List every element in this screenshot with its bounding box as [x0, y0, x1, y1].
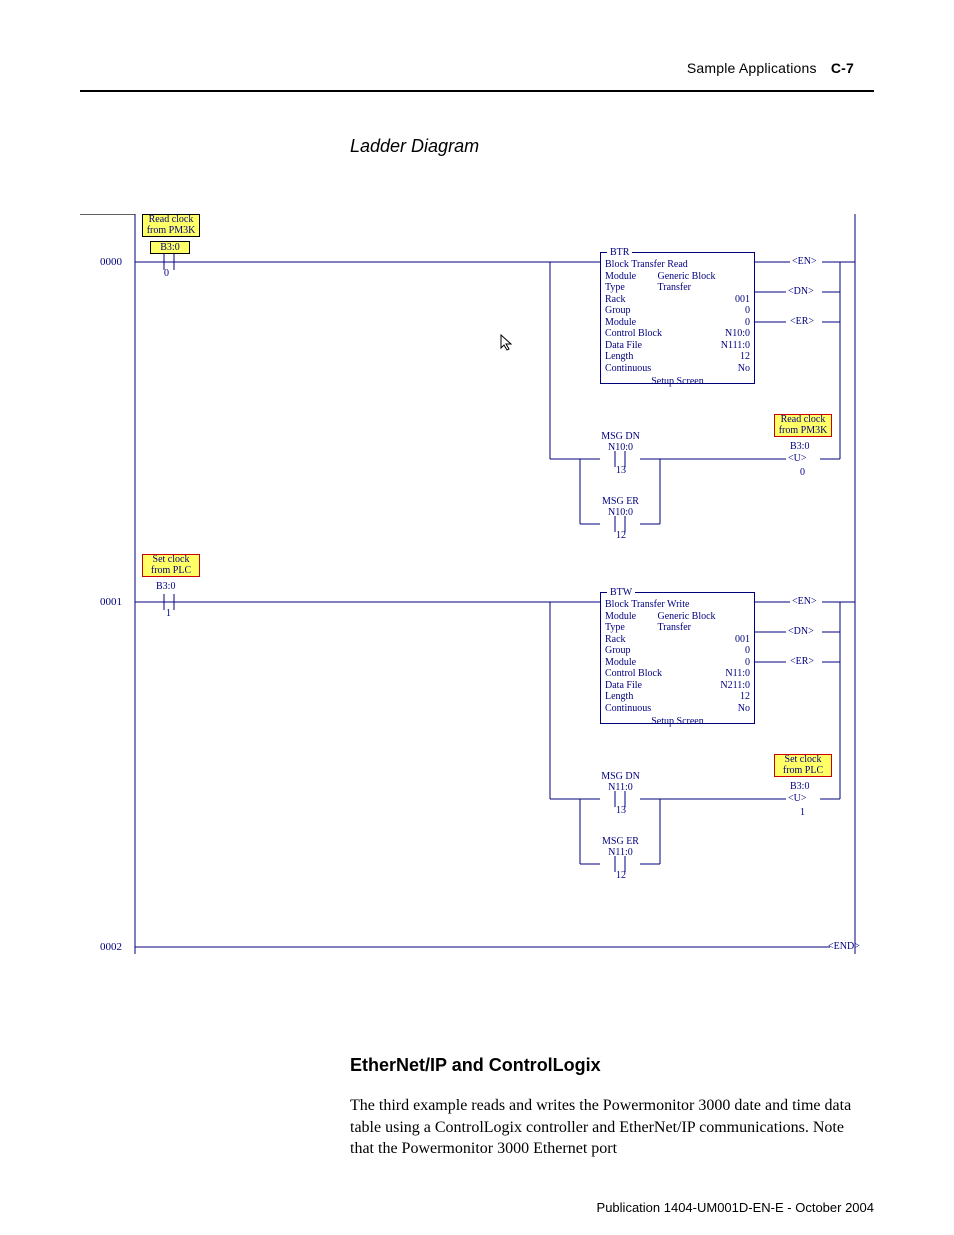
btw-instruction-box: BTW Block Transfer Write Module TypeGene… — [600, 592, 755, 724]
end-instruction: <END> — [828, 941, 860, 952]
msg-er-bit: 12 — [616, 870, 626, 881]
rung-comment-tag: Set clock from PLC — [142, 554, 200, 577]
setup-screen-link[interactable]: Setup Screen — [605, 374, 750, 391]
output-bit: 1 — [800, 807, 805, 818]
body-paragraph: The third example reads and writes the P… — [350, 1095, 870, 1160]
instruction-title: Block Transfer Read — [605, 259, 750, 271]
msg-er-label: MSG ER N10:0 — [593, 496, 648, 518]
er-coil: <ER> — [790, 656, 814, 667]
msg-dn-label: MSG DN N11:0 — [593, 771, 648, 793]
unlatch-coil: <U> — [788, 453, 807, 464]
ladder-diagram: 0000 Read clock from PM3K B3:0 0 BTR Blo… — [80, 214, 880, 974]
instruction-title: Block Transfer Write — [605, 599, 750, 611]
msg-er-bit: 12 — [616, 530, 626, 541]
section-title: Ladder Diagram — [350, 136, 479, 157]
section-heading: EtherNet/IP and ControlLogix — [350, 1055, 601, 1076]
mouse-cursor-icon — [500, 334, 514, 352]
en-coil: <EN> — [792, 596, 817, 607]
er-coil: <ER> — [790, 316, 814, 327]
msg-dn-label: MSG DN N10:0 — [593, 431, 648, 453]
rung-comment-tag: Read clock from PM3K — [142, 214, 200, 237]
rung-number: 0001 — [100, 596, 122, 608]
msg-dn-bit: 13 — [616, 465, 626, 476]
instruction-code: BTW — [607, 587, 635, 599]
dn-coil: <DN> — [788, 626, 814, 637]
contact-address: B3:0 — [156, 581, 175, 592]
output-address: B3:0 — [790, 781, 809, 792]
msg-dn-bit: 13 — [616, 805, 626, 816]
breadcrumb: Sample Applications C-7 — [687, 60, 874, 76]
btr-instruction-box: BTR Block Transfer Read Module TypeGener… — [600, 252, 755, 384]
dn-coil: <DN> — [788, 286, 814, 297]
output-bit: 0 — [800, 467, 805, 478]
en-coil: <EN> — [792, 256, 817, 267]
page-number: C-7 — [821, 60, 854, 76]
setup-screen-link[interactable]: Setup Screen — [605, 714, 750, 731]
unlatch-coil: <U> — [788, 793, 807, 804]
instruction-code: BTR — [607, 247, 632, 259]
rung-number: 0002 — [100, 941, 122, 953]
breadcrumb-text: Sample Applications — [687, 60, 817, 76]
contact-bit: 0 — [164, 268, 169, 279]
contact-bit: 1 — [166, 608, 171, 619]
diagram-wires — [80, 214, 880, 974]
output-comment-tag: Set clock from PLC — [774, 754, 832, 777]
msg-er-label: MSG ER N11:0 — [593, 836, 648, 858]
publication-footer: Publication 1404-UM001D-EN-E - October 2… — [597, 1200, 874, 1215]
contact-address: B3:0 — [150, 241, 190, 254]
output-comment-tag: Read clock from PM3K — [774, 414, 832, 437]
output-address: B3:0 — [790, 441, 809, 452]
rung-number: 0000 — [100, 256, 122, 268]
page-header: Sample Applications C-7 — [80, 60, 874, 92]
